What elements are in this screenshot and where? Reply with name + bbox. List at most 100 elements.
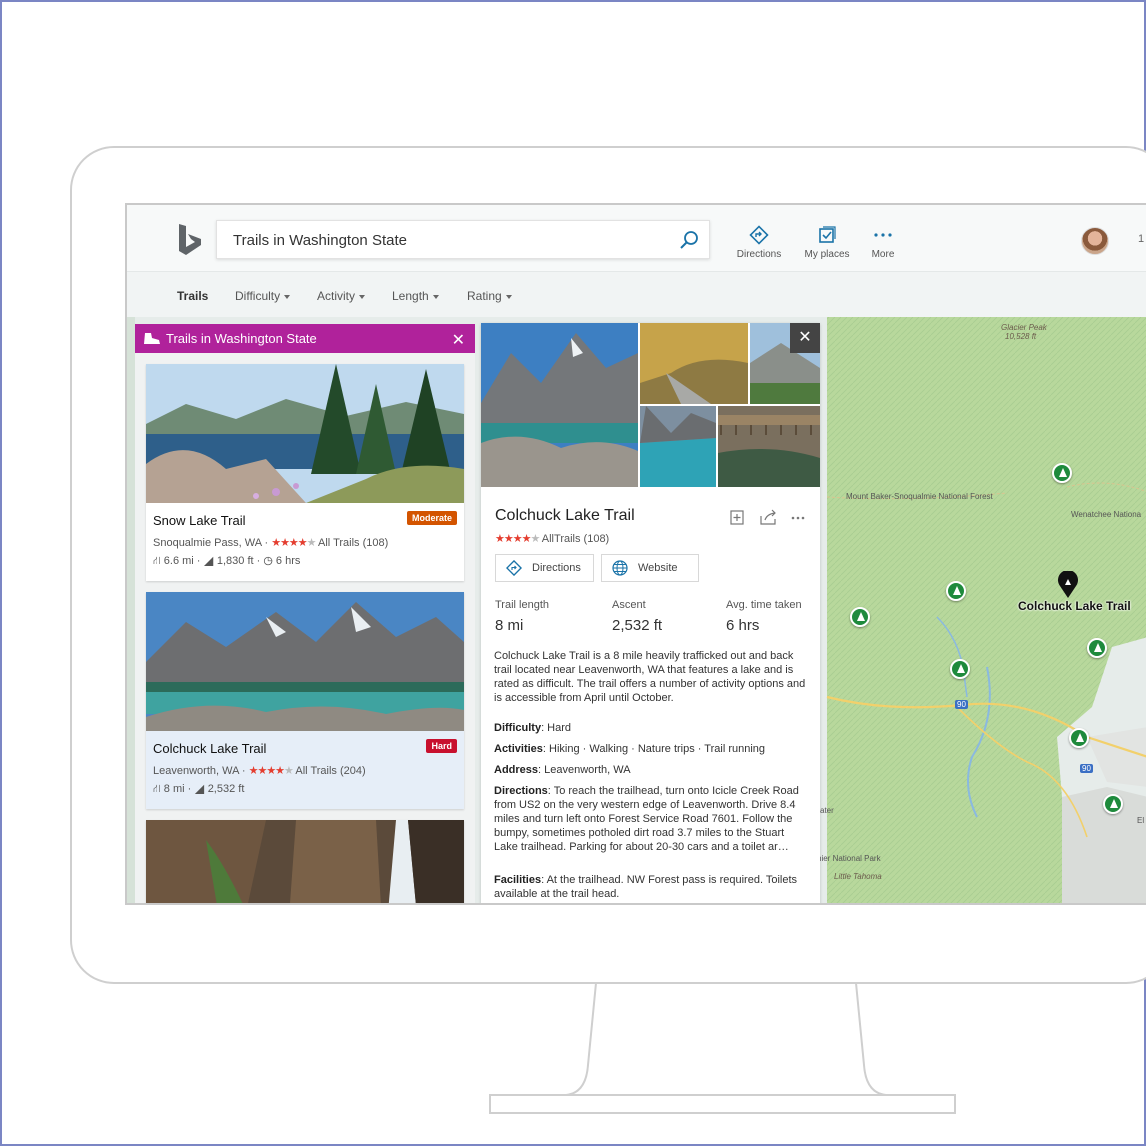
fact-facilities: Facilities: At the trailhead. NW Forest … <box>494 873 808 901</box>
detail-directions-button[interactable]: Directions <box>495 554 594 582</box>
trail-pin-icon[interactable] <box>1069 728 1089 748</box>
filter-difficulty-label: Difficulty <box>235 289 281 303</box>
filter-length-label: Length <box>392 289 429 303</box>
trail-pin-icon[interactable] <box>850 607 870 627</box>
stat-value-time: 6 hrs <box>726 617 760 634</box>
trail-reviews[interactable]: All Trails (204) <box>295 765 365 777</box>
trail-name[interactable]: Colchuck Lake Trail <box>153 741 266 756</box>
website-label: Website <box>638 562 678 574</box>
directions-icon <box>506 560 522 576</box>
more-label: More <box>871 249 895 260</box>
close-detail-icon[interactable]: ✕ <box>790 323 820 353</box>
filter-rating[interactable]: Rating <box>467 289 512 303</box>
distance-icon: ⛙ <box>153 555 161 567</box>
trail-photo-snow-lake <box>146 364 464 503</box>
trail-pin-icon[interactable] <box>1052 463 1072 483</box>
trail-pin-icon[interactable] <box>1087 638 1107 658</box>
fact-address: Address: Leavenworth, WA <box>494 763 808 777</box>
fact-address-value: : Leavenworth, WA <box>538 764 631 776</box>
top-bar: Directions My places More 1 <box>127 205 1146 271</box>
my-places-icon <box>819 226 836 243</box>
trail-time: 6 hrs <box>275 555 301 567</box>
filter-trails[interactable]: Trails <box>177 289 208 303</box>
trail-photo-waterfall <box>146 820 464 903</box>
trail-photo-colchuck-lake <box>146 592 464 731</box>
trail-reviews[interactable]: All Trails (108) <box>318 537 388 549</box>
chevron-down-icon <box>432 294 439 299</box>
filter-difficulty[interactable]: Difficulty <box>235 289 291 303</box>
save-icon[interactable] <box>730 510 744 525</box>
user-avatar[interactable] <box>1081 227 1109 255</box>
rating-stars-icon: ★★★★★ <box>271 537 316 549</box>
map-label-water: ater <box>820 806 834 815</box>
clock-icon: ◷ <box>263 555 273 567</box>
trail-location: Leavenworth, WA · <box>153 765 246 777</box>
trail-description: Colchuck Lake Trail is a 8 mile heavily … <box>494 650 806 704</box>
directions-label: Directions <box>736 249 782 260</box>
chevron-down-icon <box>359 294 366 299</box>
stat-label-time: Avg. time taken <box>726 599 802 611</box>
filter-rating-label: Rating <box>467 289 502 303</box>
map-label-edge: El <box>1137 816 1145 825</box>
results-header: Trails in Washington State ✕ <box>135 324 475 353</box>
fact-difficulty-value: : Hard <box>541 722 572 734</box>
directions-icon <box>749 225 769 245</box>
trail-card[interactable] <box>146 820 464 903</box>
elevation-icon: ◢ <box>203 555 214 567</box>
detail-rating: ★★★★★ AllTrails (108) <box>495 532 609 545</box>
distance-icon: ⛙ <box>153 783 161 795</box>
fact-address-label: Address <box>494 764 539 776</box>
fact-directions-label: Directions <box>494 785 548 797</box>
detail-reviews[interactable]: AllTrails (108) <box>542 533 609 545</box>
chevron-down-icon <box>505 294 512 299</box>
screen: Directions My places More 1 Trails Diffi… <box>125 203 1146 905</box>
fact-directions: Directions: To reach the trailhead, turn… <box>494 784 808 854</box>
rating-stars-icon: ★★★★★ <box>495 533 540 545</box>
fact-difficulty-label: Difficulty <box>494 722 542 734</box>
fact-activities-value: : Hiking · Walking · Nature trips · Trai… <box>542 743 766 755</box>
rating-stars-icon: ★★★★★ <box>248 765 294 777</box>
trail-location: Snoqualmie Pass, WA · <box>153 537 269 549</box>
website-button[interactable]: Website <box>601 554 699 582</box>
highway-shield-icon: 90 <box>955 700 968 709</box>
results-list-panel: Trails in Washington State ✕ Snow Lake T… <box>135 324 475 903</box>
detail-toolbar <box>730 509 805 525</box>
results-title: Trails in Washington State <box>166 331 317 346</box>
search-box <box>216 220 710 259</box>
hiking-boot-icon <box>144 333 160 344</box>
directions-button[interactable]: Directions <box>729 225 789 260</box>
close-results-icon[interactable]: ✕ <box>452 330 465 350</box>
bing-logo-icon[interactable] <box>177 223 205 257</box>
selected-trail-label[interactable]: Colchuck Lake Trail <box>1018 599 1131 613</box>
my-places-label: My places <box>804 249 850 260</box>
fact-activities-label: Activities <box>494 743 543 755</box>
trail-photo-gallery[interactable] <box>481 323 820 487</box>
filter-bar: Trails Difficulty Activity Length Rating <box>127 271 1146 317</box>
user-rewards-count[interactable]: 1 <box>1138 233 1144 245</box>
stat-value-length: 8 mi <box>495 617 524 634</box>
trail-elevation: 1,830 ft · <box>216 555 261 567</box>
search-input[interactable] <box>233 229 663 251</box>
trail-pin-icon[interactable] <box>1103 794 1123 814</box>
trail-elevation: 2,532 ft <box>207 783 245 795</box>
more-options-icon[interactable] <box>791 516 805 520</box>
filter-length[interactable]: Length <box>392 289 439 303</box>
chevron-down-icon <box>284 294 291 299</box>
search-icon[interactable] <box>679 230 699 250</box>
map-label-national-forest: Mount Baker-Snoqualmie National Forest <box>846 492 993 501</box>
fact-facilities-label: Facilities <box>494 874 542 886</box>
map-label-wenatchee: Wenatchee Nationa <box>1071 510 1142 519</box>
difficulty-badge: Moderate <box>406 511 457 525</box>
more-button[interactable]: More <box>853 225 913 260</box>
filter-activity[interactable]: Activity <box>317 289 366 303</box>
trail-name[interactable]: Snow Lake Trail <box>153 513 246 528</box>
elevation-icon: ◢ <box>194 783 205 795</box>
trail-pin-icon[interactable] <box>950 659 970 679</box>
selected-trail-pin-icon[interactable] <box>1056 571 1080 599</box>
trail-pin-icon[interactable] <box>946 581 966 601</box>
share-icon[interactable] <box>760 509 776 525</box>
map-label-national-park: nier National Park <box>817 854 881 863</box>
my-places-button[interactable]: My places <box>797 225 857 260</box>
trail-card-selected[interactable]: Colchuck Lake Trail Hard Leavenworth, WA… <box>146 592 464 809</box>
trail-card[interactable]: Snow Lake Trail Moderate Snoqualmie Pass… <box>146 364 464 581</box>
